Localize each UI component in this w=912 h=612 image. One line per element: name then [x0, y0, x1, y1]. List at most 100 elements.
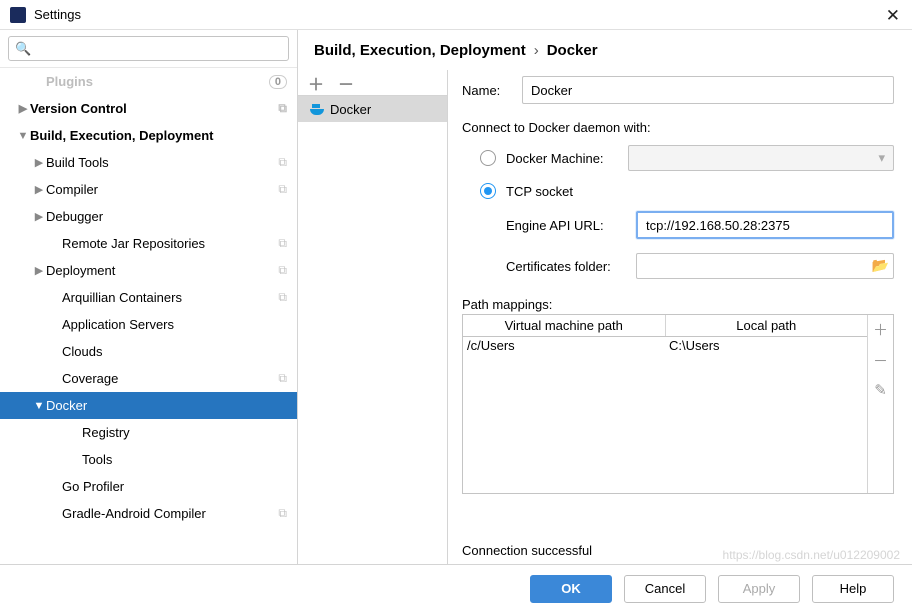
sidebar-item-deployment[interactable]: ▶Deployment⧉: [0, 257, 297, 284]
search-input-wrapper[interactable]: 🔍: [8, 36, 289, 61]
cell-vm-path: /c/Users: [463, 337, 665, 357]
sidebar-item-application-servers[interactable]: Application Servers: [0, 311, 297, 338]
name-label: Name:: [462, 83, 522, 98]
app-icon: [10, 7, 26, 23]
add-config-icon[interactable]: ＋: [308, 71, 324, 95]
scope-icon: ⧉: [278, 182, 287, 197]
scope-icon: ⧉: [278, 506, 287, 521]
sidebar-item-label: Coverage: [62, 371, 297, 386]
scope-icon: ⧉: [278, 101, 287, 116]
cert-folder-input[interactable]: 📂: [636, 253, 894, 279]
scope-icon: ⧉: [278, 290, 287, 305]
sidebar-item-label: Go Profiler: [62, 479, 297, 494]
scope-icon: ⧉: [278, 263, 287, 278]
caret-icon: ▼: [32, 400, 46, 412]
engine-url-input[interactable]: [636, 211, 894, 239]
sidebar-item-registry[interactable]: Registry: [0, 419, 297, 446]
docker-machine-combo[interactable]: [628, 145, 894, 171]
chevron-right-icon: ›: [534, 42, 539, 59]
sidebar-item-compiler[interactable]: ▶Compiler⧉: [0, 176, 297, 203]
docker-icon: [310, 103, 324, 115]
sidebar-item-docker[interactable]: ▼Docker: [0, 392, 297, 419]
sidebar-item-label: Version Control: [30, 101, 297, 116]
breadcrumb-leaf: Docker: [547, 42, 598, 59]
folder-browse-icon[interactable]: 📂: [872, 257, 889, 274]
search-icon: 🔍: [15, 41, 31, 57]
name-input[interactable]: [522, 76, 894, 104]
sidebar-item-debugger[interactable]: ▶Debugger: [0, 203, 297, 230]
apply-button[interactable]: Apply: [718, 575, 800, 603]
sidebar-item-build-execution-deployment[interactable]: ▼Build, Execution, Deployment: [0, 122, 297, 149]
path-mappings-label: Path mappings:: [462, 297, 894, 312]
scope-icon: ⧉: [278, 371, 287, 386]
sidebar-item-version-control[interactable]: ▶Version Control⧉: [0, 95, 297, 122]
radio-tcp-label: TCP socket: [506, 184, 616, 199]
path-mappings-table: Virtual machine path Local path /c/Users…: [462, 314, 894, 494]
radio-tcp-socket[interactable]: [480, 183, 496, 199]
cancel-button[interactable]: Cancel: [624, 575, 706, 603]
sidebar-item-label: Debugger: [46, 209, 297, 224]
remove-mapping-icon[interactable]: －: [873, 350, 888, 371]
radio-docker-machine-label: Docker Machine:: [506, 151, 616, 166]
sidebar: 🔍 Plugins0▶Version Control⧉▼Build, Execu…: [0, 30, 298, 564]
sidebar-item-remote-jar-repositories[interactable]: Remote Jar Repositories⧉: [0, 230, 297, 257]
settings-tree: Plugins0▶Version Control⧉▼Build, Executi…: [0, 68, 297, 564]
caret-icon: ▶: [32, 210, 46, 223]
docker-form: Name: Connect to Docker daemon with: Doc…: [448, 70, 912, 564]
sidebar-item-label: Plugins: [46, 74, 297, 89]
sidebar-item-label: Arquillian Containers: [62, 290, 297, 305]
caret-icon: ▶: [32, 183, 46, 196]
sidebar-item-label: Compiler: [46, 182, 297, 197]
sidebar-item-label: Build, Execution, Deployment: [30, 128, 297, 143]
content-panel: Build, Execution, Deployment › Docker ＋ …: [298, 30, 912, 564]
count-badge: 0: [269, 75, 287, 89]
edit-mapping-icon[interactable]: ✎: [874, 381, 887, 399]
scope-icon: ⧉: [278, 236, 287, 251]
sidebar-item-label: Application Servers: [62, 317, 297, 332]
sidebar-item-label: Docker: [46, 398, 297, 413]
sidebar-item-build-tools[interactable]: ▶Build Tools⧉: [0, 149, 297, 176]
cell-local-path: C:\Users: [665, 337, 867, 357]
main-container: 🔍 Plugins0▶Version Control⧉▼Build, Execu…: [0, 30, 912, 564]
caret-icon: ▼: [16, 130, 30, 142]
sidebar-item-label: Clouds: [62, 344, 297, 359]
engine-url-label: Engine API URL:: [506, 218, 636, 233]
connection-status: Connection successful: [462, 537, 894, 558]
sidebar-item-plugins[interactable]: Plugins0: [0, 68, 297, 95]
col-local-path: Local path: [666, 315, 868, 336]
sidebar-item-arquillian-containers[interactable]: Arquillian Containers⧉: [0, 284, 297, 311]
add-mapping-icon[interactable]: ＋: [873, 319, 888, 340]
breadcrumb-root: Build, Execution, Deployment: [314, 42, 526, 59]
caret-icon: ▶: [32, 156, 46, 169]
sidebar-item-label: Tools: [82, 452, 297, 467]
cert-folder-label: Certificates folder:: [506, 259, 636, 274]
search-input[interactable]: [35, 41, 282, 56]
remove-config-icon[interactable]: －: [338, 71, 354, 95]
title-bar: Settings ✕: [0, 0, 912, 30]
sidebar-item-label: Build Tools: [46, 155, 297, 170]
sidebar-item-label: Remote Jar Repositories: [62, 236, 297, 251]
ok-button[interactable]: OK: [530, 575, 612, 603]
sidebar-item-label: Registry: [82, 425, 297, 440]
config-list-panel: ＋ － Docker: [298, 70, 448, 564]
breadcrumb: Build, Execution, Deployment › Docker: [298, 30, 912, 70]
close-icon[interactable]: ✕: [886, 6, 900, 26]
sidebar-item-go-profiler[interactable]: Go Profiler: [0, 473, 297, 500]
window-title: Settings: [34, 7, 81, 22]
sidebar-item-label: Gradle-Android Compiler: [62, 506, 297, 521]
sidebar-item-tools[interactable]: Tools: [0, 446, 297, 473]
sidebar-item-label: Deployment: [46, 263, 297, 278]
scope-icon: ⧉: [278, 155, 287, 170]
table-row[interactable]: /c/Users C:\Users: [463, 337, 867, 357]
caret-icon: ▶: [16, 102, 30, 115]
help-button[interactable]: Help: [812, 575, 894, 603]
config-item-label: Docker: [330, 102, 371, 117]
connect-label: Connect to Docker daemon with:: [462, 120, 894, 135]
radio-docker-machine[interactable]: [480, 150, 496, 166]
config-list-item-docker[interactable]: Docker: [298, 96, 447, 122]
caret-icon: ▶: [32, 264, 46, 277]
sidebar-item-coverage[interactable]: Coverage⧉: [0, 365, 297, 392]
sidebar-item-clouds[interactable]: Clouds: [0, 338, 297, 365]
sidebar-item-gradle-android-compiler[interactable]: Gradle-Android Compiler⧉: [0, 500, 297, 527]
dialog-button-bar: OK Cancel Apply Help: [0, 564, 912, 612]
